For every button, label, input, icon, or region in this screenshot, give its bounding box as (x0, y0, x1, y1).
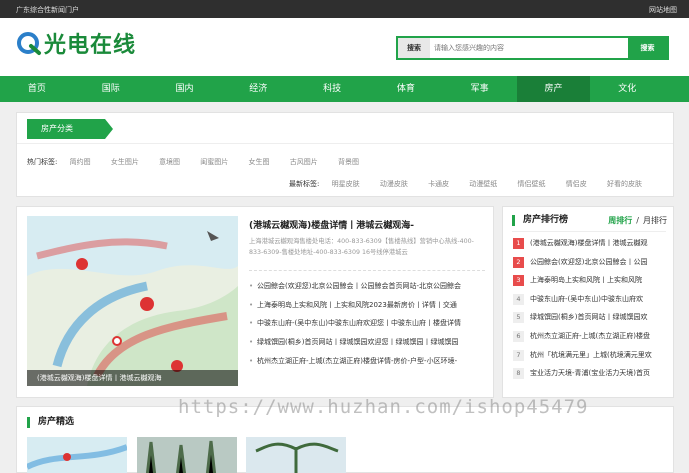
list-item[interactable]: 8 宝业活力天境-青浦(宝业活力天境)首页 (513, 364, 671, 383)
nav-item-home[interactable]: 首页 (0, 76, 74, 102)
nav-item-economy[interactable]: 经济 (221, 76, 295, 102)
ranking-tabs: 周排行 / 月排行 (608, 215, 667, 226)
list-item[interactable]: • 绿城馔园(桐乡)首页网站丨绿城馔园欢迎您丨绿城馔园丨绿城馔园 (249, 333, 489, 352)
new-tag[interactable]: 卡通皮 (428, 180, 449, 188)
ranking-list: 1 (港城云樾观海)楼盘详情丨港城云樾观 2 公园鲸会(欢迎您)北京公园鲸会丨公园 … (513, 234, 671, 383)
nav-item-tech[interactable]: 科技 (295, 76, 369, 102)
hot-tags-row: 热门标签: 简约图 女生图片 意境图 闺蜜图片 女生图 古风图片 背景图 (27, 157, 377, 167)
new-tag[interactable]: 明星皮肤 (332, 180, 360, 188)
category-panel: 房产分类 热门标签: 简约图 女生图片 意境图 闺蜜图片 女生图 古风图片 背景… (16, 112, 674, 197)
new-tags-row: 最新标签: 明星皮肤 动漫皮肤 卡通皮 动漫壁纸 情侣壁纸 情侣皮 好看的皮肤 (289, 179, 660, 189)
nav-item-sports[interactable]: 体育 (369, 76, 443, 102)
nav-item-military[interactable]: 军事 (443, 76, 517, 102)
rank-number: 3 (513, 275, 524, 287)
divider (512, 231, 666, 232)
list-item[interactable]: • 中骏东山府-(吴中东山)中骏东山府欢迎您丨中骏东山府丨楼盘详情 (249, 314, 489, 333)
list-item[interactable]: • 上海泰明岛上实和风院丨上实和风院2023最新房价丨详情丨交通 (249, 296, 489, 315)
search-box: 搜索 搜索 (396, 36, 669, 60)
nav-item-international[interactable]: 国际 (74, 76, 148, 102)
new-tag[interactable]: 情侣壁纸 (518, 180, 546, 188)
nav-item-realestate[interactable]: 房产 (516, 76, 591, 102)
hot-tag[interactable]: 简约图 (70, 158, 91, 166)
rank-number: 5 (513, 312, 524, 324)
pick-thumbnail[interactable] (137, 437, 237, 473)
sitemap-link[interactable]: 网站地图 (649, 5, 677, 15)
list-item[interactable]: 1 (港城云樾观海)楼盘详情丨港城云樾观 (513, 234, 671, 253)
rank-number: 2 (513, 256, 524, 268)
hot-tag[interactable]: 女生图 (249, 158, 270, 166)
picks-title: 房产精选 (27, 417, 74, 428)
watermark: https://www.huzhan.com/ishop45479 (178, 396, 589, 418)
ranking-panel: 房产排行榜 周排行 / 月排行 1 (港城云樾观海)楼盘详情丨港城云樾观 2 公园鲸会(… (502, 206, 674, 398)
divider (17, 143, 673, 144)
list-item[interactable]: 3 上海泰明岛上实和风院丨上实和风院 (513, 271, 671, 290)
list-item[interactable]: 4 中骏东山府-(吴中东山)中骏东山府欢 (513, 290, 671, 309)
featured-panel: (港城云樾观海)楼盘详情丨港城云樾观海 (港城云樾观海)楼盘详情丨港城云樾观海-… (16, 206, 494, 398)
new-tag[interactable]: 情侣皮 (566, 180, 587, 188)
list-item[interactable]: • 杭州杰立湖正府-上城(杰立湖正府)楼盘详情-房价-户型-小区环境- (249, 352, 489, 371)
hot-tags-label: 热门标签: (27, 158, 58, 166)
pick-thumbnail[interactable] (25, 437, 129, 473)
ranking-title: 房产排行榜 (512, 215, 568, 226)
tab-month[interactable]: 月排行 (643, 216, 667, 225)
rank-number: 7 (513, 349, 524, 361)
hot-tag[interactable]: 意境图 (159, 158, 180, 166)
rank-number: 6 (513, 330, 524, 342)
new-tag[interactable]: 动漫皮肤 (380, 180, 408, 188)
header: 光电在线 搜索 搜索 (0, 18, 689, 76)
list-item[interactable]: 7 杭州「杭境满元里」上城(杭境满元里欢 (513, 346, 671, 365)
logo-icon (16, 30, 42, 56)
nav-item-domestic[interactable]: 国内 (148, 76, 222, 102)
list-item[interactable]: • 公园鲸会(欢迎您)北京公园鲸会丨公园鲸会首页网站-北京公园鲸会 (249, 277, 489, 296)
new-tag[interactable]: 动漫壁纸 (469, 180, 497, 188)
featured-headline[interactable]: (港城云樾观海)楼盘详情丨港城云樾观海- (249, 218, 414, 231)
hot-tag[interactable]: 古风图片 (290, 158, 318, 166)
main-nav: 首页 国际 国内 经济 科技 体育 军事 房产 文化 (0, 76, 689, 102)
featured-image[interactable]: (港城云樾观海)楼盘详情丨港城云樾观海 (27, 216, 238, 386)
pick-thumbnail[interactable] (246, 437, 346, 473)
category-title: 房产分类 (27, 119, 113, 139)
tab-separator: / (636, 216, 639, 225)
new-tag[interactable]: 好看的皮肤 (607, 180, 642, 188)
list-item[interactable]: 2 公园鲸会(欢迎您)北京公园鲸会丨公园 (513, 253, 671, 272)
hot-tag[interactable]: 闺蜜图片 (200, 158, 228, 166)
search-button[interactable]: 搜索 (628, 38, 667, 58)
list-item[interactable]: 5 绿城馔园(桐乡)首页网站丨绿城馔园欢 (513, 308, 671, 327)
featured-summary: 上海港城云樾观海售楼处电话：400-833-6309【售楼热线】营销中心热线-4… (249, 238, 474, 256)
top-bar: 广东综合性新闻门户 网站地图 (0, 0, 689, 18)
list-item[interactable]: 6 杭州杰立湖正府-上城(杰立湖正府)楼盘 (513, 327, 671, 346)
divider (249, 270, 485, 271)
featured-caption: (港城云樾观海)楼盘详情丨港城云樾观海 (27, 370, 238, 386)
rank-number: 4 (513, 293, 524, 305)
rank-number: 1 (513, 238, 524, 249)
new-tags-label: 最新标签: (289, 180, 320, 188)
hot-tag[interactable]: 女生图片 (111, 158, 139, 166)
search-input[interactable] (434, 40, 634, 56)
site-slogan: 广东综合性新闻门户 (16, 6, 79, 14)
search-label: 搜索 (398, 38, 430, 58)
news-list: • 公园鲸会(欢迎您)北京公园鲸会丨公园鲸会首页网站-北京公园鲸会 • 上海泰明岛上… (249, 277, 489, 370)
rank-number: 8 (513, 368, 524, 380)
logo-text: 光电在线 (44, 33, 137, 58)
tab-week[interactable]: 周排行 (608, 216, 632, 225)
logo[interactable]: 光电在线 (16, 28, 136, 58)
hot-tag[interactable]: 背景图 (338, 158, 359, 166)
nav-item-culture[interactable]: 文化 (590, 76, 664, 102)
